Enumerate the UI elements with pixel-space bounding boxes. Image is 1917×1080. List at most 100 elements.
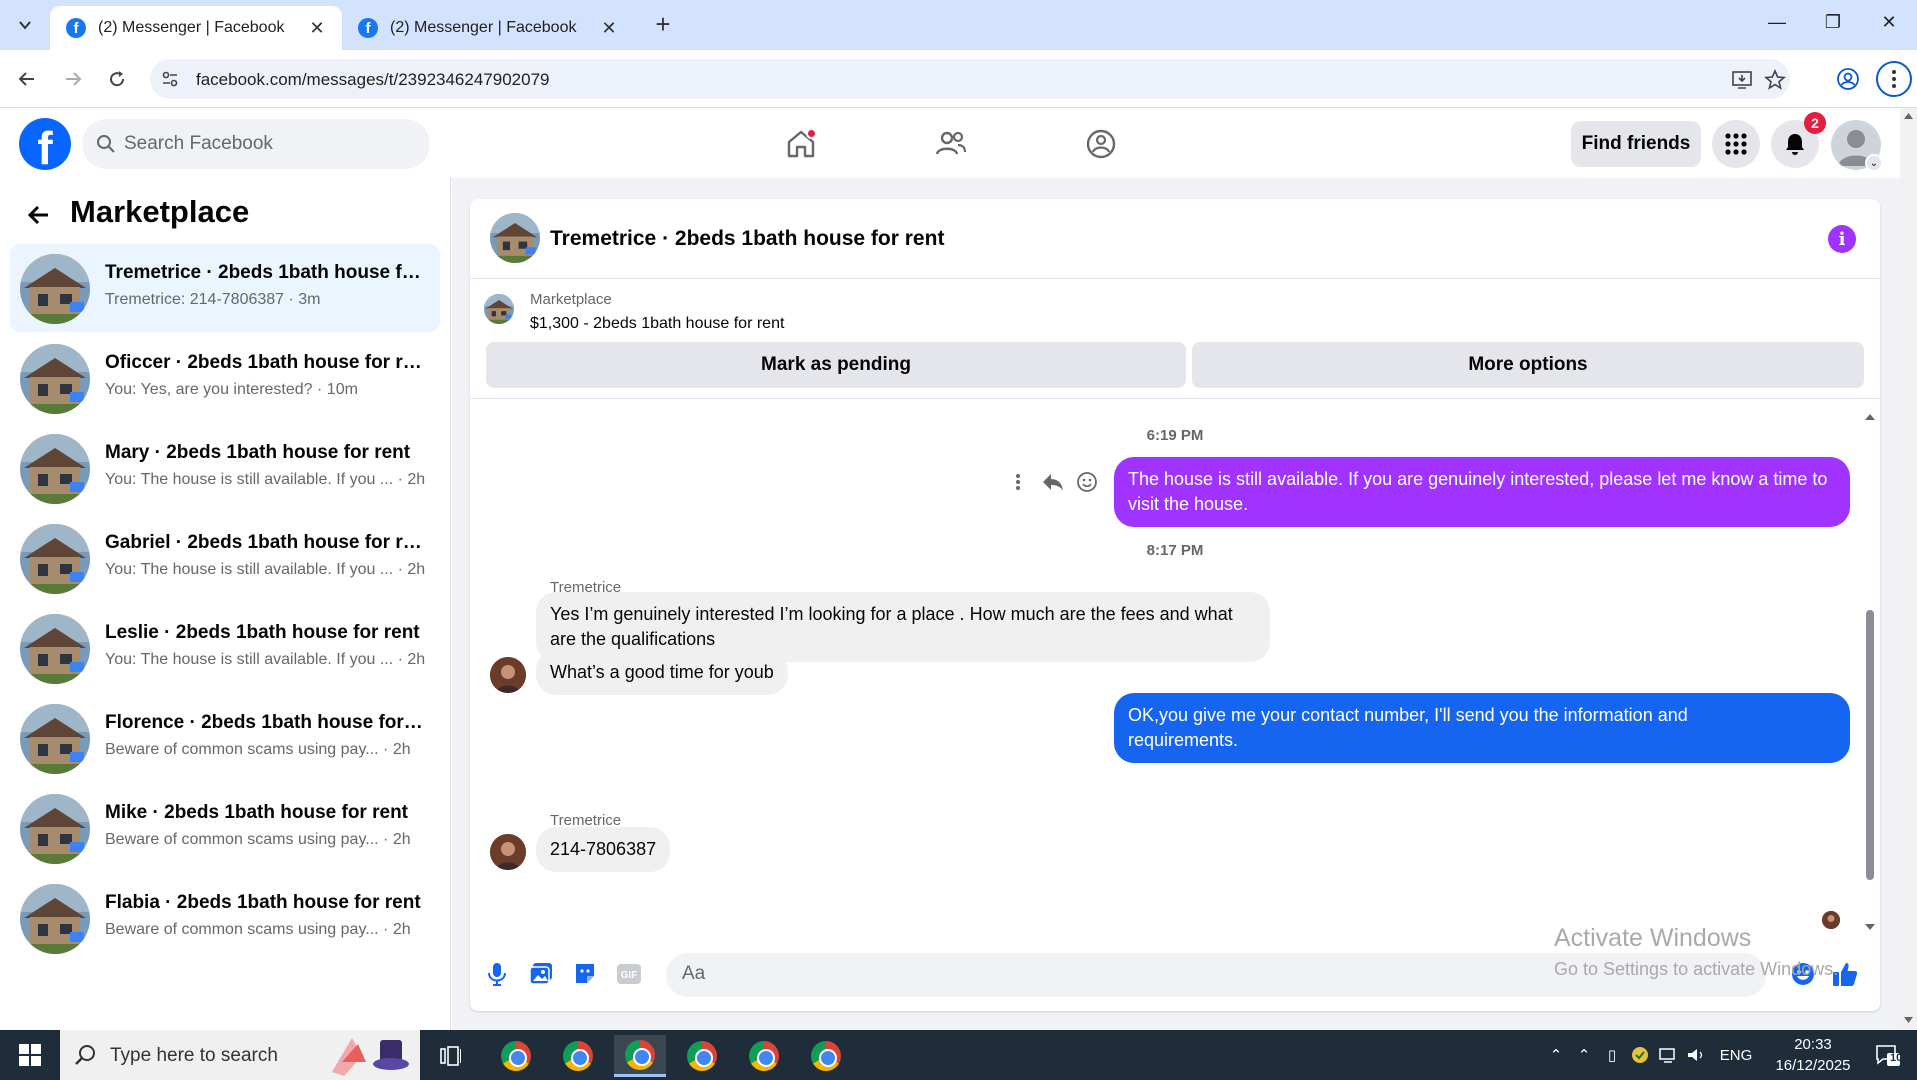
- facebook-logo-icon[interactable]: f: [19, 118, 71, 170]
- clock-time: 20:33: [1794, 1036, 1832, 1053]
- chat-title[interactable]: Tremetrice · 2beds 1bath house for rent: [550, 227, 944, 251]
- sender-avatar[interactable]: [490, 834, 526, 870]
- taskbar-scroll-arrows-icon[interactable]: ⌃: [1546, 1030, 1566, 1080]
- volume-icon[interactable]: [1684, 1030, 1708, 1080]
- info-icon[interactable]: i: [1828, 225, 1856, 253]
- home-nav-button[interactable]: [779, 122, 823, 166]
- back-arrow-button[interactable]: [24, 200, 54, 230]
- taskbar-search[interactable]: Type here to search: [60, 1030, 420, 1080]
- browser-tab-2[interactable]: f (2) Messenger | Facebook ✕: [342, 6, 634, 50]
- windows-taskbar: Type here to search ⌃ ⌃ ▯ ENG 20:33 16/1…: [0, 1030, 1917, 1080]
- scroll-up-icon[interactable]: [1864, 412, 1876, 422]
- scroll-up-icon[interactable]: [1903, 112, 1914, 120]
- find-friends-button[interactable]: Find friends: [1571, 121, 1701, 167]
- chrome-taskbar-app[interactable]: [738, 1035, 790, 1077]
- mark-as-pending-button[interactable]: Mark as pending: [486, 342, 1186, 388]
- menu-button[interactable]: [1712, 120, 1760, 168]
- chat-scrollbar[interactable]: [1864, 412, 1876, 932]
- browser-tab-1[interactable]: f (2) Messenger | Facebook ✕: [50, 6, 342, 50]
- more-options-button[interactable]: More options: [1192, 342, 1864, 388]
- chrome-icon: [501, 1041, 531, 1071]
- scroll-down-icon[interactable]: [1903, 1016, 1914, 1024]
- facebook-search[interactable]: [82, 119, 430, 169]
- more-actions-icon[interactable]: [1005, 469, 1031, 495]
- received-message[interactable]: What’s a good time for youb: [536, 650, 788, 695]
- conversation-preview: You: Yes, are you interested? · 10m: [105, 381, 358, 398]
- bookmark-star-icon[interactable]: [1763, 68, 1787, 92]
- sender-avatar[interactable]: [490, 657, 526, 693]
- close-tab-icon[interactable]: ✕: [306, 17, 328, 39]
- install-app-icon[interactable]: [1730, 68, 1754, 92]
- chrome-taskbar-app[interactable]: [552, 1035, 604, 1077]
- scroll-thumb[interactable]: [1866, 610, 1874, 880]
- site-settings-icon[interactable]: [160, 69, 180, 89]
- gif-button[interactable]: GIF: [612, 957, 646, 991]
- chrome-icon: [625, 1039, 655, 1070]
- conversation-item[interactable]: Oficcer · 2beds 1bath house for rent You…: [10, 334, 440, 422]
- conversation-item[interactable]: Flabia · 2beds 1bath house for rent Bewa…: [10, 874, 440, 962]
- scroll-down-icon[interactable]: [1864, 922, 1876, 932]
- device-icon[interactable]: ▯: [1600, 1030, 1624, 1080]
- conversation-item[interactable]: Mary · 2beds 1bath house for rent You: T…: [10, 424, 440, 512]
- sent-message[interactable]: OK,you give me your contact number, I'll…: [1114, 693, 1850, 763]
- conversation-preview: Beware of common scams using pay... · 2h: [105, 831, 411, 848]
- listing-small-thumbnail: [484, 294, 514, 324]
- back-button[interactable]: [12, 64, 42, 94]
- network-icon[interactable]: [1656, 1030, 1680, 1080]
- show-hidden-icons-icon[interactable]: ⌃: [1572, 1030, 1596, 1080]
- chrome-taskbar-app[interactable]: [800, 1035, 852, 1077]
- sticker-button[interactable]: [568, 957, 602, 991]
- chrome-icon: [811, 1041, 841, 1071]
- attach-photo-button[interactable]: [524, 957, 558, 991]
- account-chevron-icon[interactable]: ⌄: [1865, 154, 1883, 172]
- action-center-button[interactable]: 10: [1868, 1030, 1908, 1080]
- minimize-button[interactable]: —: [1762, 12, 1792, 38]
- conversation-item[interactable]: Tremetrice · 2beds 1bath house for... Tr…: [10, 244, 440, 332]
- conversation-item[interactable]: Leslie · 2beds 1bath house for rent You:…: [10, 604, 440, 692]
- task-view-button[interactable]: [425, 1035, 477, 1077]
- tab-search-button[interactable]: [10, 10, 40, 40]
- chrome-taskbar-app[interactable]: [676, 1035, 728, 1077]
- start-button[interactable]: [0, 1030, 60, 1080]
- chrome-taskbar-app-active[interactable]: [614, 1035, 666, 1077]
- windows-logo-icon: [19, 1044, 41, 1066]
- facebook-favicon-icon: f: [66, 18, 86, 38]
- page-scrollbar[interactable]: [1900, 108, 1917, 1030]
- arrow-left-icon: [18, 72, 34, 86]
- search-input[interactable]: [124, 131, 414, 157]
- voice-clip-button[interactable]: [480, 957, 514, 991]
- listing-thumbnail[interactable]: [490, 213, 540, 263]
- security-status-icon[interactable]: [1628, 1030, 1652, 1080]
- conversation-item[interactable]: Mike · 2beds 1bath house for rent Beware…: [10, 784, 440, 872]
- timestamp: 6:19 PM: [1146, 427, 1204, 444]
- listing-thumbnail: [20, 524, 90, 594]
- react-emoji-icon[interactable]: [1074, 469, 1100, 495]
- new-tab-button[interactable]: +: [650, 11, 676, 38]
- reply-icon[interactable]: [1040, 469, 1066, 495]
- chat-window: Tremetrice · 2beds 1bath house for rent …: [470, 199, 1880, 1011]
- kebab-menu-icon: [1892, 70, 1896, 88]
- friends-nav-button[interactable]: [929, 122, 973, 166]
- close-tab-icon[interactable]: ✕: [598, 17, 620, 39]
- received-message[interactable]: 214-7806387: [536, 827, 671, 872]
- profile-icon[interactable]: [1833, 64, 1863, 94]
- conversation-preview: Beware of common scams using pay... · 2h: [105, 921, 411, 938]
- chrome-taskbar-app[interactable]: [490, 1035, 542, 1077]
- sent-message[interactable]: The house is still available. If you are…: [1114, 457, 1850, 527]
- conversation-name: Leslie · 2beds 1bath house for rent: [105, 622, 420, 643]
- close-window-button[interactable]: ✕: [1874, 12, 1904, 38]
- groups-nav-button[interactable]: [1079, 122, 1123, 166]
- conversation-name: Mary · 2beds 1bath house for rent: [105, 442, 411, 463]
- conversation-item[interactable]: Gabriel · 2beds 1bath house for rent You…: [10, 514, 440, 602]
- message-input[interactable]: [682, 963, 1582, 985]
- address-bar[interactable]: facebook.com/messages/t/2392346247902079: [150, 59, 1790, 99]
- arrow-left-icon: [27, 205, 48, 225]
- forward-button[interactable]: [58, 64, 88, 94]
- browser-menu-button[interactable]: [1876, 61, 1912, 97]
- input-language[interactable]: ENG: [1716, 1030, 1756, 1080]
- system-clock[interactable]: 20:33 16/12/2025: [1758, 1034, 1868, 1076]
- restore-button[interactable]: ❐: [1818, 12, 1848, 38]
- conversation-item[interactable]: Florence · 2beds 1bath house for r... Be…: [10, 694, 440, 782]
- reload-button[interactable]: [102, 64, 132, 94]
- svg-text:GIF: GIF: [621, 970, 638, 981]
